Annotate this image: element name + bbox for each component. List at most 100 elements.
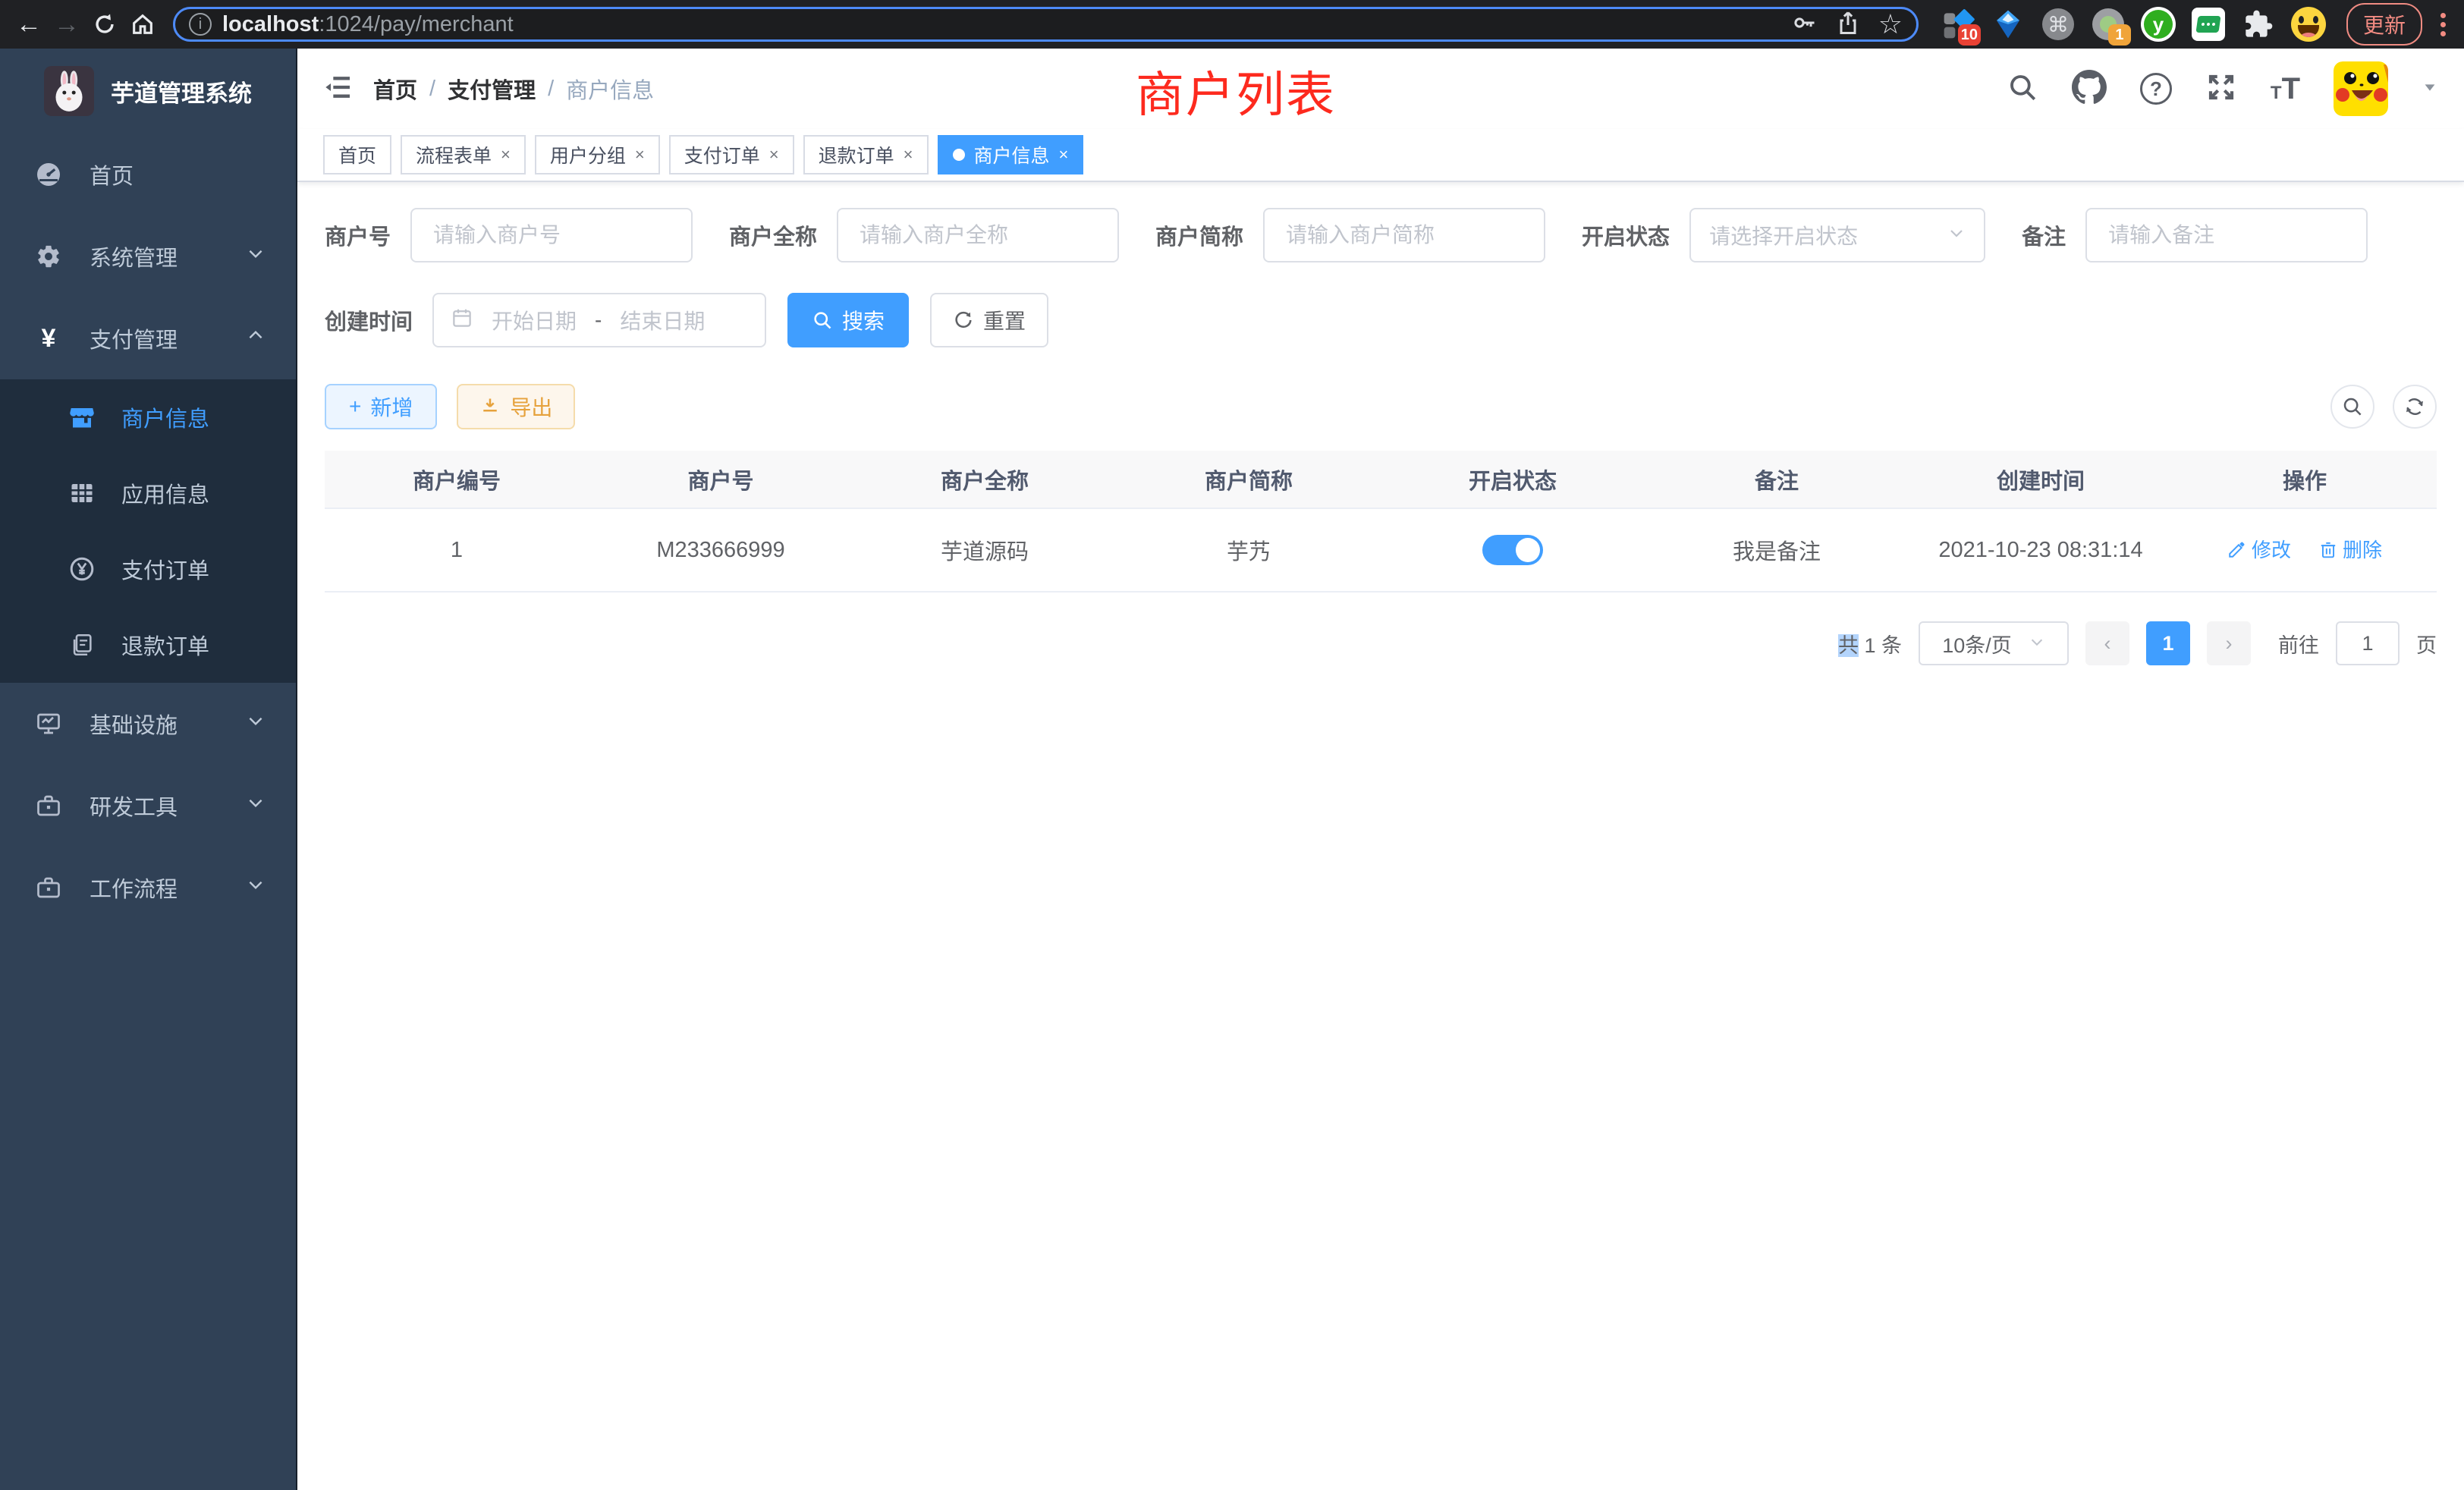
browser-forward-icon[interactable]: → — [50, 8, 83, 41]
prev-page-button[interactable]: ‹ — [2085, 621, 2129, 665]
font-size-icon[interactable]: TT — [2271, 72, 2300, 106]
tab-refund-order[interactable]: 退款订单× — [803, 135, 929, 174]
close-icon[interactable]: × — [769, 145, 779, 165]
full-name-label: 商户全称 — [729, 219, 817, 251]
tab-process-form[interactable]: 流程表单× — [401, 135, 526, 174]
extensions-puzzle-icon[interactable] — [2240, 6, 2277, 42]
breadcrumb-pay[interactable]: 支付管理 — [448, 73, 536, 105]
app-logo-row[interactable]: 芋道管理系统 — [0, 49, 296, 134]
next-page-button[interactable]: › — [2207, 621, 2251, 665]
create-time-range-picker[interactable]: 开始日期 - 结束日期 — [432, 293, 766, 347]
close-icon[interactable]: × — [1059, 145, 1069, 165]
status-toggle[interactable] — [1482, 535, 1543, 565]
tab-pay-order[interactable]: 支付订单× — [669, 135, 794, 174]
sidebar-collapse-icon[interactable] — [323, 72, 354, 106]
remark-input[interactable] — [2085, 208, 2368, 262]
address-bar[interactable]: i localhost:1024/pay/merchant ☆ — [173, 7, 1919, 42]
browser-reload-icon[interactable] — [88, 8, 121, 41]
pay-submenu: 商户信息 应用信息 支付订单 退款订单 — [0, 379, 296, 683]
sidebar-item-app-info[interactable]: 应用信息 — [0, 455, 296, 531]
toggle-search-button[interactable] — [2330, 385, 2374, 429]
command-extension-icon[interactable]: ⌘ — [2040, 6, 2076, 42]
tab-manager-extension-icon[interactable]: 1 — [2090, 6, 2126, 42]
share-icon[interactable] — [1834, 9, 1862, 40]
sidebar-item-merchant-info[interactable]: 商户信息 — [0, 379, 296, 455]
goto-page-input[interactable] — [2336, 621, 2400, 665]
remark-label: 备注 — [2022, 219, 2066, 251]
site-info-icon[interactable]: i — [189, 13, 212, 36]
browser-profile-avatar[interactable] — [2290, 6, 2327, 42]
close-icon[interactable]: × — [635, 145, 645, 165]
table-row: 1 M233666999 芋道源码 芋艿 我是备注 2021-10-23 08:… — [325, 508, 2437, 592]
col-merchant-id: 商户编号 — [325, 451, 589, 508]
chat-extension-icon[interactable] — [2190, 6, 2227, 42]
password-key-icon[interactable] — [1790, 9, 1818, 40]
caret-down-icon[interactable] — [2422, 79, 2438, 99]
status-select[interactable]: 请选择开启状态 — [1689, 208, 1985, 262]
table-header-row: 商户编号 商户号 商户全称 商户简称 开启状态 备注 创建时间 操作 — [325, 451, 2437, 508]
short-name-input[interactable] — [1263, 208, 1545, 262]
active-dot — [953, 149, 965, 161]
status-label: 开启状态 — [1582, 219, 1670, 251]
calendar-icon — [451, 306, 473, 335]
browser-back-icon[interactable]: ← — [12, 8, 46, 41]
shop-icon — [64, 404, 100, 431]
reset-button[interactable]: 重置 — [930, 293, 1048, 347]
col-status: 开启状态 — [1381, 451, 1645, 508]
cell-short-name: 芋艿 — [1117, 508, 1381, 592]
page-size-select[interactable]: 10条/页 — [1919, 621, 2069, 665]
tab-user-group[interactable]: 用户分组× — [535, 135, 660, 174]
sidebar-item-pay[interactable]: ¥ 支付管理 — [0, 297, 296, 379]
breadcrumb-current: 商户信息 — [566, 73, 654, 105]
cell-create-time: 2021-10-23 08:31:14 — [1909, 508, 2173, 592]
browser-toolbar: ← → i localhost:1024/pay/merchant ☆ 10 ⌘ — [0, 0, 2464, 49]
export-button[interactable]: 导出 — [457, 384, 575, 429]
github-icon[interactable] — [2072, 70, 2107, 108]
sidebar-item-devtools[interactable]: 研发工具 — [0, 765, 296, 847]
browser-menu-icon[interactable] — [2440, 13, 2446, 36]
search-button[interactable]: 搜索 — [787, 293, 909, 347]
sidebar-item-pay-order[interactable]: 支付订单 — [0, 531, 296, 607]
page-unit-label: 页 — [2416, 629, 2437, 659]
tab-merchant-info[interactable]: 商户信息× — [938, 135, 1084, 174]
kite-extension-icon[interactable] — [1990, 6, 2026, 42]
tab-home[interactable]: 首页 — [323, 135, 391, 174]
sidebar-item-home[interactable]: 首页 — [0, 134, 296, 215]
cell-remark: 我是备注 — [1645, 508, 1909, 592]
page-1-button[interactable]: 1 — [2146, 621, 2190, 665]
sidebar-item-workflow[interactable]: 工作流程 — [0, 847, 296, 929]
full-name-input[interactable] — [837, 208, 1119, 262]
sidebar-item-infra[interactable]: 基础设施 — [0, 683, 296, 765]
sidebar-item-system[interactable]: 系统管理 — [0, 215, 296, 297]
delete-link[interactable]: 删除 — [2318, 535, 2382, 563]
bookmark-star-icon[interactable]: ☆ — [1878, 8, 1903, 40]
refresh-button[interactable] — [2393, 385, 2437, 429]
user-avatar[interactable] — [2334, 61, 2388, 116]
close-icon[interactable]: × — [904, 145, 913, 165]
merchant-no-input[interactable] — [410, 208, 693, 262]
dictionary-extension-icon[interactable]: 10 — [1940, 6, 1976, 42]
breadcrumb-home[interactable]: 首页 — [373, 73, 417, 105]
help-icon[interactable]: ? — [2140, 73, 2172, 105]
sidebar-item-label: 研发工具 — [90, 790, 178, 822]
edit-link[interactable]: 修改 — [2227, 535, 2291, 563]
browser-update-button[interactable]: 更新 — [2346, 3, 2422, 46]
sidebar-item-refund-order[interactable]: 退款订单 — [0, 607, 296, 683]
sidebar-item-label: 商户信息 — [121, 401, 209, 433]
breadcrumb: 首页 / 支付管理 / 商户信息 — [373, 73, 654, 105]
fullscreen-icon[interactable] — [2205, 71, 2237, 107]
short-name-label: 商户简称 — [1155, 219, 1243, 251]
sidebar-item-label: 工作流程 — [90, 872, 178, 904]
y-extension-icon[interactable]: y — [2140, 6, 2176, 42]
merchant-no-label: 商户号 — [325, 219, 391, 251]
yen-icon: ¥ — [30, 324, 67, 354]
browser-home-icon[interactable] — [126, 8, 159, 41]
toolbox-icon — [30, 792, 67, 819]
add-button[interactable]: + 新增 — [325, 384, 437, 429]
close-icon[interactable]: × — [501, 145, 511, 165]
header-search-icon[interactable] — [2007, 71, 2038, 107]
cell-full-name: 芋道源码 — [853, 508, 1117, 592]
col-full-name: 商户全称 — [853, 451, 1117, 508]
url-text: localhost:1024/pay/merchant — [222, 12, 514, 37]
monitor-icon — [30, 710, 67, 737]
